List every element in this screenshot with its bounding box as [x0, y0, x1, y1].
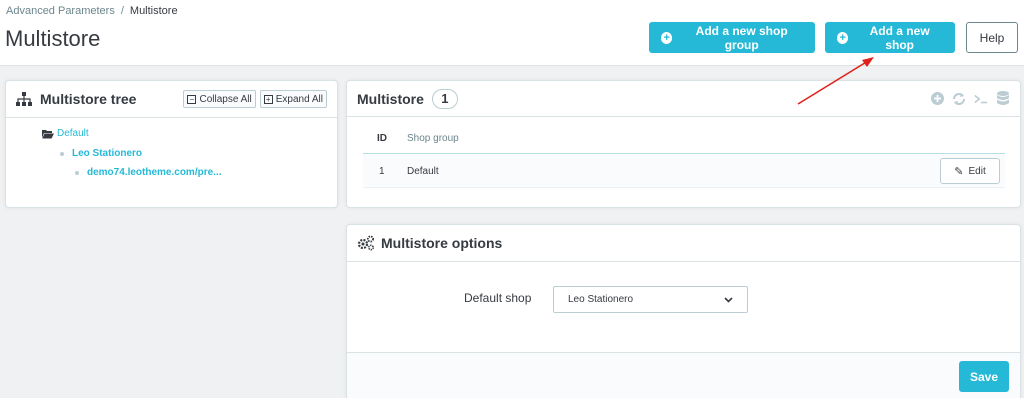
tree-panel-header: Multistore tree − Collapse All + Expand … [6, 81, 337, 118]
tree-panel-title: Multistore tree [40, 91, 137, 107]
row-id: 1 [379, 166, 385, 177]
breadcrumb-parent[interactable]: Advanced Parameters [6, 5, 115, 17]
default-shop-select[interactable]: Leo Stationero [553, 286, 748, 313]
refresh-icon[interactable] [952, 92, 966, 106]
tree-node-url[interactable]: demo74.leotheme.com/pre... [75, 167, 222, 178]
cogs-icon [357, 235, 375, 251]
collapse-icon: − [187, 94, 197, 104]
add-shop-group-button[interactable]: + Add a new shop group [649, 22, 815, 53]
terminal-icon[interactable] [974, 92, 988, 106]
count-badge: 1 [431, 88, 458, 109]
save-button[interactable]: Save [959, 361, 1009, 392]
options-panel-footer: Save [347, 352, 1020, 398]
folder-open-icon [42, 129, 54, 138]
tree-node-shop-group[interactable]: Default [42, 128, 89, 139]
multistore-options-panel: Multistore options Default shop Leo Stat… [346, 224, 1021, 398]
chevron-down-icon [724, 296, 733, 303]
column-header-id[interactable]: ID [377, 133, 387, 144]
default-shop-label: Default shop [464, 291, 532, 305]
options-panel-title: Multistore options [381, 235, 503, 251]
tree-node-label: Leo Stationero [72, 148, 143, 159]
database-icon[interactable] [996, 91, 1010, 106]
breadcrumb-separator: / [120, 5, 124, 17]
tree-node-label: demo74.leotheme.com/pre... [87, 167, 222, 178]
page-header: Advanced Parameters / Multistore Multistor… [0, 0, 1024, 66]
help-button[interactable]: Help [966, 22, 1018, 53]
page-title: Multistore [5, 26, 101, 51]
collapse-all-button[interactable]: − Collapse All [183, 90, 256, 108]
default-shop-value: Leo Stationero [568, 294, 634, 305]
row-shop-group: Default [407, 166, 439, 177]
expand-icon: + [263, 94, 273, 104]
breadcrumb-current: Multistore [129, 5, 178, 17]
column-header-shop-group[interactable]: Shop group [407, 133, 459, 144]
expand-all-button[interactable]: + Expand All [259, 90, 327, 108]
options-panel-header: Multistore options [347, 225, 1020, 262]
multistore-panel-header: Multistore 1 [347, 81, 1020, 117]
pencil-icon: ✎ [954, 165, 964, 178]
add-shop-button[interactable]: + Add a new shop [825, 22, 955, 53]
tree-node-shop[interactable]: Leo Stationero [60, 148, 142, 159]
sitemap-icon [16, 92, 32, 106]
expand-all-label: Expand All [275, 93, 323, 105]
edit-label: Edit [968, 165, 986, 177]
breadcrumb: Advanced Parameters / Multistore [6, 5, 178, 17]
panel-tools [930, 91, 1010, 106]
bullet-icon [60, 151, 64, 156]
bullet-icon [75, 170, 79, 175]
plus-circle-icon: + [837, 31, 849, 44]
multistore-panel: Multistore 1 ID Shop group 1 Default ✎ E… [346, 80, 1021, 208]
multistore-tree-panel: Multistore tree − Collapse All + Expand … [5, 80, 338, 208]
add-shop-group-label: Add a new shop group [695, 23, 788, 52]
table-row[interactable]: 1 Default ✎ Edit [363, 154, 1005, 188]
plus-circle-icon: + [661, 31, 673, 44]
edit-button[interactable]: ✎ Edit [940, 158, 1000, 184]
add-shop-label: Add a new shop [869, 23, 930, 52]
multistore-panel-title: Multistore [357, 90, 424, 107]
plus-circle-icon[interactable] [930, 92, 944, 106]
tree-node-label: Default [57, 128, 89, 139]
collapse-all-label: Collapse All [199, 93, 252, 105]
